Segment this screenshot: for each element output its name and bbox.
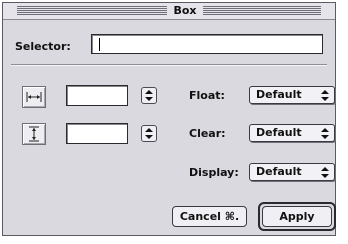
title-bar-stripes-right — [203, 6, 321, 16]
text-caret — [99, 38, 100, 51]
display-select-value: Default — [256, 165, 302, 178]
window-title: Box — [167, 4, 203, 18]
selector-label: Selector: — [15, 40, 71, 53]
title-bar[interactable]: Box — [3, 3, 335, 20]
display-select[interactable]: Default — [249, 163, 335, 181]
height-input[interactable] — [66, 123, 128, 144]
popup-arrows-icon — [320, 89, 330, 101]
popup-arrows-icon — [320, 166, 330, 178]
horizontal-width-icon — [22, 86, 46, 108]
float-label: Float: — [189, 89, 225, 102]
clear-select-value: Default — [256, 126, 302, 139]
clear-label: Clear: — [189, 127, 226, 140]
width-input[interactable] — [66, 85, 128, 106]
clear-select[interactable]: Default — [249, 124, 335, 142]
box-dialog-window: Box Selector: Float: Default Clear: Defa… — [2, 2, 336, 236]
popup-arrows-icon — [320, 127, 330, 139]
float-select[interactable]: Default — [249, 86, 335, 104]
height-stepper[interactable] — [141, 125, 157, 142]
title-bar-stripes-left — [17, 6, 167, 16]
vertical-height-icon — [22, 123, 46, 145]
display-label: Display: — [189, 166, 239, 179]
cancel-button[interactable]: Cancel ⌘. — [172, 206, 247, 227]
apply-button[interactable]: Apply — [262, 206, 332, 227]
float-select-value: Default — [256, 88, 302, 101]
selector-input[interactable] — [91, 34, 323, 54]
section-divider — [11, 64, 327, 66]
width-stepper[interactable] — [141, 87, 157, 104]
